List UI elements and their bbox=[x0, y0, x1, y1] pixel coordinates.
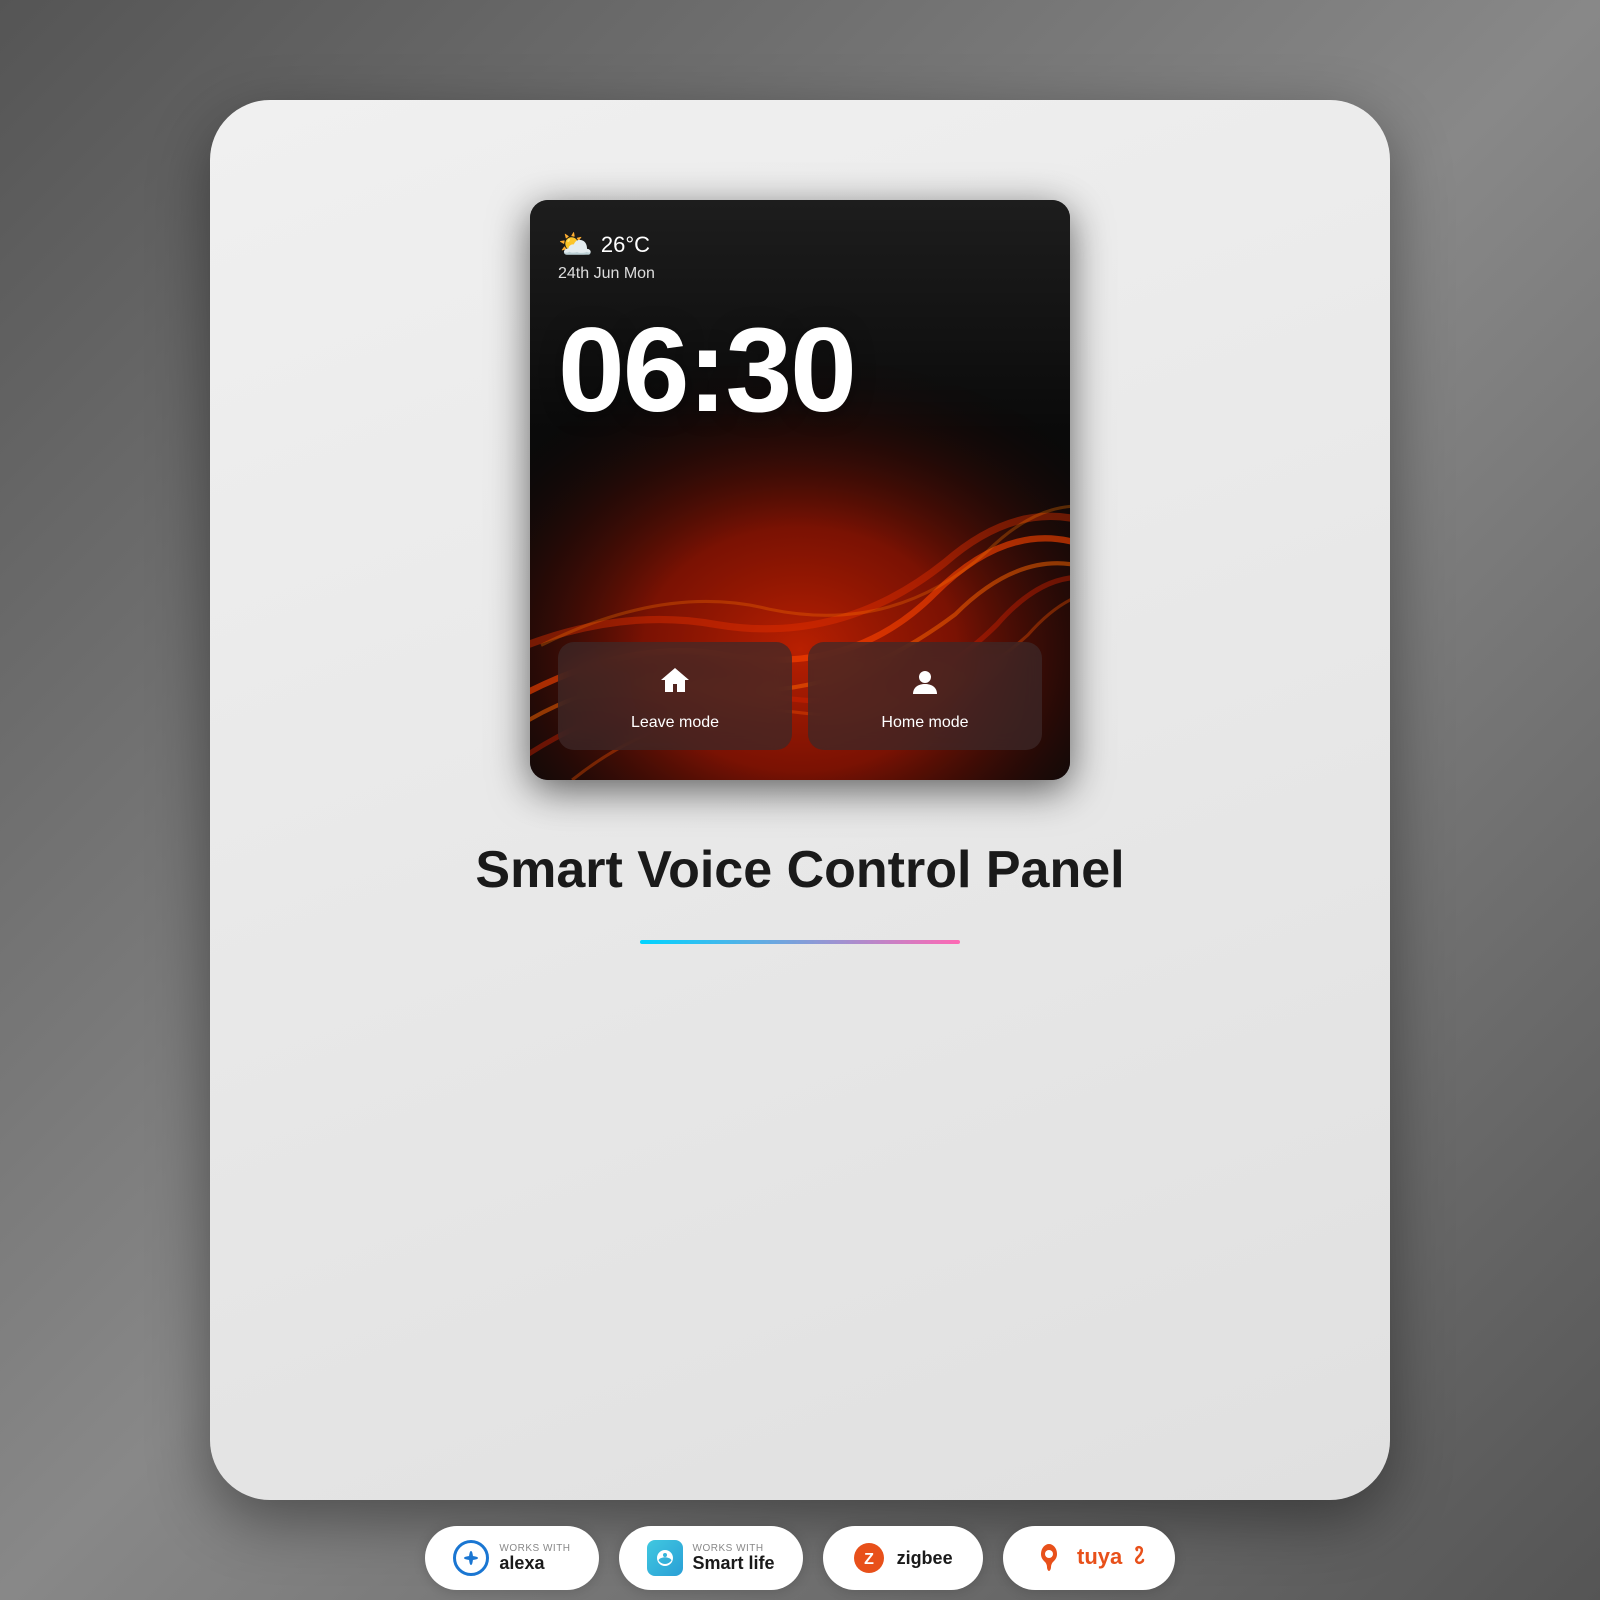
clock-display: 06:30 bbox=[558, 310, 1042, 430]
smartlife-text-group: WORKS WITH Smart life bbox=[693, 1543, 775, 1574]
weather-date: 24th Jun Mon bbox=[558, 265, 655, 283]
leave-mode-label: Leave mode bbox=[631, 714, 719, 732]
weather-temp: 26°C bbox=[601, 232, 650, 258]
mode-buttons: Leave mode Home mode bbox=[558, 642, 1042, 750]
tuya-badge: tuya bbox=[1003, 1526, 1175, 1590]
clock-time: 06:30 bbox=[558, 310, 1042, 430]
product-title: Smart Voice Control Panel bbox=[475, 840, 1124, 900]
smartlife-brand-name: Smart life bbox=[693, 1554, 775, 1574]
svg-text:tuya: tuya bbox=[1077, 1544, 1123, 1569]
alexa-text-group: WORKS WITH alexa bbox=[499, 1543, 570, 1574]
alexa-badge: WORKS WITH alexa bbox=[425, 1526, 598, 1590]
smartlife-icon bbox=[647, 1540, 683, 1576]
tuya-brand-name: tuya bbox=[1077, 1542, 1147, 1575]
zigbee-badge: Z zigbee bbox=[823, 1526, 983, 1590]
tuya-icon bbox=[1031, 1540, 1067, 1576]
leave-mode-button[interactable]: Leave mode bbox=[558, 642, 792, 750]
alexa-works-with: WORKS WITH bbox=[499, 1543, 570, 1554]
alexa-ring-icon bbox=[453, 1540, 489, 1576]
alexa-brand-name: alexa bbox=[499, 1554, 570, 1574]
home-mode-icon bbox=[903, 660, 947, 704]
weather-area: ⛅ 26°C 24th Jun Mon bbox=[558, 228, 655, 283]
leave-mode-icon bbox=[653, 660, 697, 704]
svg-text:Z: Z bbox=[864, 1551, 874, 1568]
zigbee-icon: Z bbox=[851, 1540, 887, 1576]
weather-row: ⛅ 26°C bbox=[558, 228, 655, 261]
home-mode-button[interactable]: Home mode bbox=[808, 642, 1042, 750]
zigbee-brand-name: zigbee bbox=[897, 1548, 953, 1569]
device-mockup: ⛅ 26°C 24th Jun Mon 06:30 Leave mode bbox=[530, 200, 1070, 780]
alexa-icon bbox=[453, 1540, 489, 1576]
gradient-divider bbox=[640, 940, 960, 944]
device-screen: ⛅ 26°C 24th Jun Mon 06:30 Leave mode bbox=[530, 200, 1070, 780]
home-mode-label: Home mode bbox=[881, 714, 968, 732]
main-card: ⛅ 26°C 24th Jun Mon 06:30 Leave mode bbox=[210, 100, 1390, 1500]
badges-row: WORKS WITH alexa WORKS WITH Smart life bbox=[425, 1526, 1174, 1590]
smartlife-badge: WORKS WITH Smart life bbox=[619, 1526, 803, 1590]
smartlife-works-with: WORKS WITH bbox=[693, 1543, 775, 1554]
smartlife-logo-icon bbox=[647, 1540, 683, 1576]
weather-icon: ⛅ bbox=[558, 228, 593, 261]
